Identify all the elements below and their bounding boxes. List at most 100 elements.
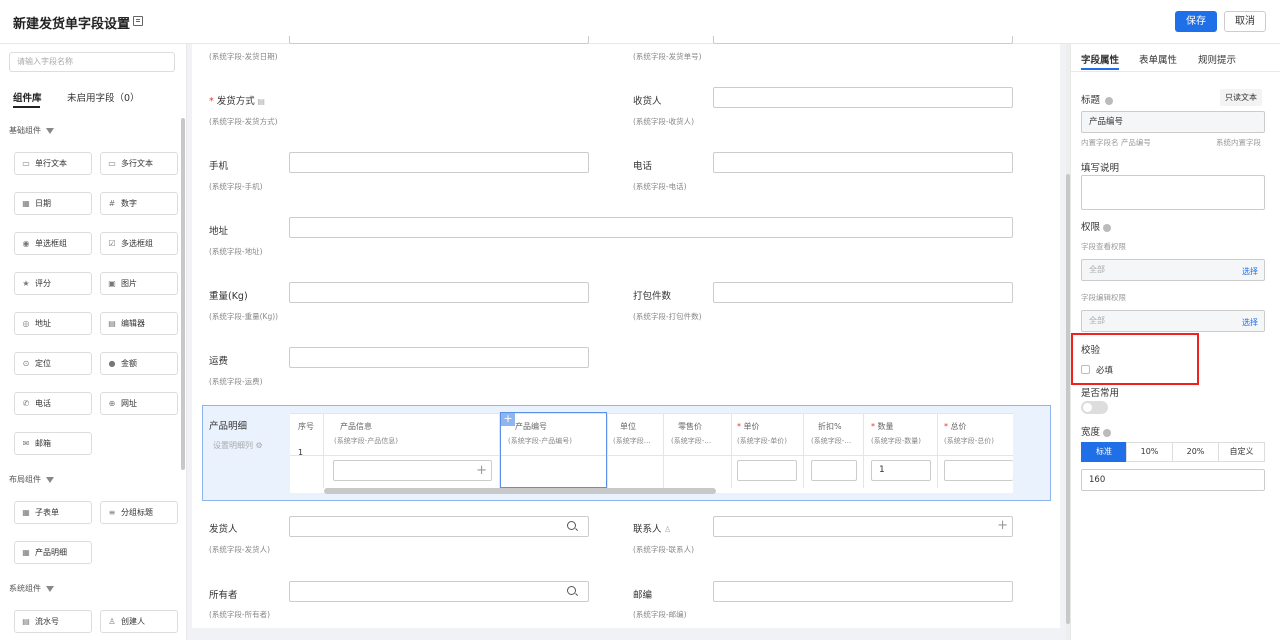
weight-input[interactable] <box>289 282 589 303</box>
image-icon: ▣ <box>108 279 116 288</box>
owner-label: 所有者 <box>209 590 238 601</box>
help-icon[interactable] <box>1103 428 1112 437</box>
address-input[interactable] <box>289 217 1013 238</box>
col-header-retail: 零售价 <box>678 422 702 431</box>
component-editor[interactable]: ▤ 编辑器 <box>100 312 178 335</box>
help-icon[interactable] <box>1105 96 1114 105</box>
section-basic[interactable]: 基础组件 <box>9 125 54 136</box>
col-header-unit-price: * 单价 <box>737 422 760 431</box>
component-creator[interactable]: ♙ 创建人 <box>100 610 178 633</box>
width-10-button[interactable]: 10% <box>1126 442 1173 462</box>
component-url[interactable]: ⊕ 网址 <box>100 392 178 415</box>
product-detail-label: 产品明细 <box>209 421 248 432</box>
product-info-cell-input[interactable]: + <box>333 460 492 481</box>
component-rating[interactable]: ★ 评分 <box>14 272 92 295</box>
search-icon[interactable] <box>567 521 576 530</box>
phone-input[interactable] <box>713 152 1013 173</box>
view-permission-input[interactable]: 全部 <box>1081 259 1265 281</box>
width-custom-button[interactable]: 自定义 <box>1218 442 1265 462</box>
receiver-label: 收货人 <box>633 96 662 107</box>
tab-disabled-fields[interactable]: 未启用字段（0） <box>67 90 140 104</box>
component-single-text[interactable]: ▭ 单行文本 <box>14 152 92 175</box>
tab-field-properties[interactable]: 字段属性 <box>1081 52 1119 66</box>
packages-input[interactable] <box>713 282 1013 303</box>
detail-hscrollbar[interactable] <box>324 488 716 494</box>
location-pin-icon: ◎ <box>22 319 30 328</box>
view-permission-choose-link[interactable]: 选择 <box>1242 266 1258 277</box>
plus-icon[interactable]: + <box>476 461 487 480</box>
detail-table: 序号 产品信息 (系统字段-产品信息) 产品编号 (系统字段-产品编号) 单位 … <box>290 413 1013 493</box>
save-button[interactable]: 保存 <box>1175 11 1217 32</box>
section-layout[interactable]: 布局组件 <box>9 474 54 485</box>
component-email[interactable]: ✉ 邮箱 <box>14 432 92 455</box>
description-textarea[interactable] <box>1081 175 1265 210</box>
header-bar: 新建发货单字段设置 保存 取消 <box>0 0 1280 44</box>
component-product-detail[interactable]: ▦ 产品明细 <box>14 541 92 564</box>
required-checkbox[interactable] <box>1081 365 1090 374</box>
col-sub-product-info: (系统字段-产品信息) <box>334 437 398 445</box>
readonly-text-button[interactable]: 只读文本 <box>1220 89 1262 106</box>
ship-no-sub: (系统字段-发货单号) <box>633 52 702 61</box>
cancel-button[interactable]: 取消 <box>1224 11 1266 32</box>
drag-handle-icon[interactable]: + <box>501 413 515 426</box>
section-system[interactable]: 系统组件 <box>9 583 54 594</box>
component-date[interactable]: ▦ 日期 <box>14 192 92 215</box>
contact-input[interactable]: + <box>713 516 1013 537</box>
field-search-input[interactable]: 请输入字段名称 <box>9 52 175 72</box>
serial-icon: ▤ <box>22 617 30 626</box>
builtin-field-type: 系统内置字段 <box>1216 138 1261 147</box>
component-multi-text[interactable]: ▭ 多行文本 <box>100 152 178 175</box>
width-value-input[interactable]: 160 <box>1081 469 1265 491</box>
plus-icon[interactable]: + <box>997 518 1008 533</box>
component-subform[interactable]: ▦ 子表单 <box>14 501 92 524</box>
selected-column-outline[interactable] <box>500 412 607 488</box>
component-phone[interactable]: ✆ 电话 <box>14 392 92 415</box>
ship-date-sub: (系统字段-发货日期) <box>209 52 278 61</box>
component-address[interactable]: ◎ 地址 <box>14 312 92 335</box>
left-scrollbar[interactable] <box>181 118 185 470</box>
freight-input[interactable] <box>289 347 589 368</box>
page-title: 新建发货单字段设置 <box>13 17 131 32</box>
help-icon[interactable] <box>1103 223 1112 232</box>
component-image[interactable]: ▣ 图片 <box>100 272 178 295</box>
width-20-button[interactable]: 20% <box>1172 442 1219 462</box>
total-cell-input[interactable] <box>944 460 1013 481</box>
discount-cell-input[interactable] <box>811 460 857 481</box>
tab-form-properties[interactable]: 表单属性 <box>1139 52 1177 66</box>
ship-no-input[interactable] <box>713 36 1013 44</box>
component-checkbox-group[interactable]: ☑ 多选框组 <box>100 232 178 255</box>
common-use-toggle[interactable] <box>1081 401 1108 414</box>
common-use-label: 是否常用 <box>1081 388 1120 399</box>
tab-component-library[interactable]: 组件库 <box>13 90 42 104</box>
ship-date-input[interactable] <box>289 36 589 44</box>
edit-permission-input[interactable]: 全部 <box>1081 310 1265 332</box>
component-radio-group[interactable]: ◉ 单选框组 <box>14 232 92 255</box>
component-location[interactable]: ⊙ 定位 <box>14 352 92 375</box>
title-input[interactable]: 产品编号 <box>1081 111 1265 133</box>
address-label: 地址 <box>209 226 229 237</box>
shipper-input[interactable] <box>289 516 589 537</box>
mobile-input[interactable] <box>289 152 589 173</box>
component-amount[interactable]: ● 金额 <box>100 352 178 375</box>
owner-input[interactable] <box>289 581 589 602</box>
unit-price-cell-input[interactable] <box>737 460 797 481</box>
search-icon[interactable] <box>567 586 576 595</box>
set-detail-columns-link[interactable]: 设置明细列 ⚙ <box>213 440 263 451</box>
contact-people-icon: ♙ <box>661 525 672 534</box>
packages-sub: (系统字段-打包件数) <box>633 312 702 321</box>
title-label: 标题 <box>1081 92 1114 106</box>
tab-rule-tips[interactable]: 规则提示 <box>1198 52 1236 66</box>
zip-input[interactable] <box>713 581 1013 602</box>
component-group-title[interactable]: ≡ 分组标题 <box>100 501 178 524</box>
mail-icon: ✉ <box>22 439 30 448</box>
component-serial-number[interactable]: ▤ 流水号 <box>14 610 92 633</box>
qty-cell-input[interactable]: 1 <box>871 460 931 481</box>
receiver-input[interactable] <box>713 87 1013 108</box>
component-panel: 请输入字段名称 组件库 未启用字段（0） 基础组件 ▭ 单行文本 ▭ 多行文本 ▦ 日… <box>0 44 187 640</box>
checkbox-icon: ☑ <box>108 239 116 248</box>
edit-title-icon[interactable] <box>133 16 143 26</box>
width-standard-button[interactable]: 标准 <box>1081 442 1127 462</box>
col-header-index: 序号 <box>298 422 314 431</box>
component-number[interactable]: # 数字 <box>100 192 178 215</box>
edit-permission-choose-link[interactable]: 选择 <box>1242 317 1258 328</box>
